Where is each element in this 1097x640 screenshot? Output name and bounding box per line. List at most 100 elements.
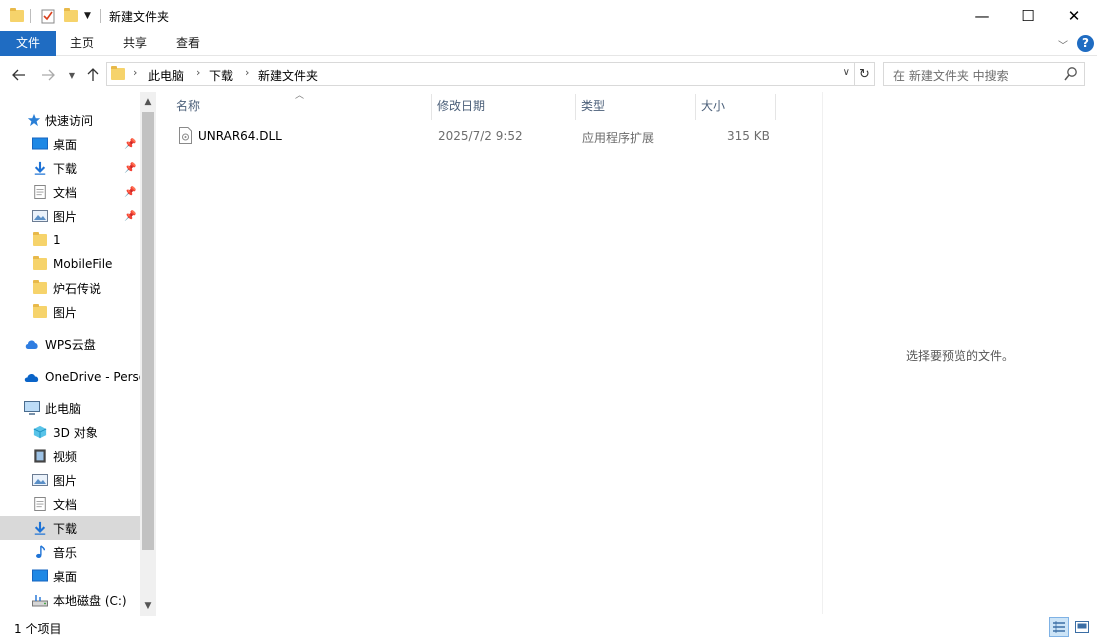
nav-pc-local-disk-c[interactable]: 本地磁盘 (C:) xyxy=(0,588,140,612)
picture-icon xyxy=(32,474,48,486)
nav-folder-1[interactable]: 1 xyxy=(0,228,140,252)
scroll-up-chevron-icon[interactable]: ▲ xyxy=(140,94,156,110)
breadcrumb-this-pc[interactable]: 此电脑 xyxy=(148,67,184,84)
nav-label: 炉石传说 xyxy=(53,281,102,296)
cube-icon xyxy=(33,425,47,439)
download-icon xyxy=(34,161,46,175)
pin-icon: 📌 xyxy=(124,210,137,222)
nav-folder-pictures[interactable]: 图片 xyxy=(0,300,140,324)
maximize-button[interactable]: ☐ xyxy=(1005,0,1051,31)
picture-icon xyxy=(32,210,48,222)
dll-file-icon xyxy=(179,127,192,144)
nav-label: 下载 xyxy=(53,521,78,536)
refresh-button[interactable]: ↻ xyxy=(855,62,875,86)
nav-pc-pictures[interactable]: 图片 xyxy=(0,468,140,492)
breadcrumb-chevron-icon[interactable]: › xyxy=(196,66,200,79)
nav-pc-videos[interactable]: 视频 xyxy=(0,444,140,468)
nav-quick-pictures[interactable]: 图片 📌 xyxy=(0,204,140,228)
nav-label: 视频 xyxy=(53,449,78,464)
nav-label: 桌面 xyxy=(53,137,78,152)
address-dropdown-chevron-icon[interactable]: ∨ xyxy=(843,67,850,78)
nav-quick-access[interactable]: 快速访问 xyxy=(0,108,140,132)
nav-folder-mobilefile[interactable]: MobileFile xyxy=(0,252,140,276)
file-modified: 2025/7/2 9:52 xyxy=(438,129,523,143)
nav-pc-downloads[interactable]: 下载 xyxy=(0,516,140,540)
column-header-modified[interactable]: 修改日期 xyxy=(431,95,575,117)
nav-pc-3d-objects[interactable]: 3D 对象 xyxy=(0,420,140,444)
computer-icon xyxy=(24,401,40,415)
status-bar: 1 个项目 xyxy=(0,616,1097,640)
nav-folder-hearthstone[interactable]: 炉石传说 xyxy=(0,276,140,300)
pin-icon: 📌 xyxy=(124,186,137,198)
folder-icon xyxy=(33,232,49,248)
preview-pane-divider[interactable] xyxy=(822,92,823,614)
breadcrumb-new-folder[interactable]: 新建文件夹 xyxy=(258,67,318,84)
close-button[interactable]: ✕ xyxy=(1051,0,1097,31)
nav-this-pc[interactable]: 此电脑 xyxy=(0,396,140,420)
breadcrumb-chevron-icon[interactable]: › xyxy=(133,66,137,79)
breadcrumb-downloads[interactable]: 下载 xyxy=(209,67,233,84)
help-icon[interactable]: ? xyxy=(1077,35,1094,52)
nav-label: 桌面 xyxy=(53,569,78,584)
desktop-icon xyxy=(32,569,48,582)
folder-icon xyxy=(33,280,49,296)
scroll-down-chevron-icon[interactable]: ▼ xyxy=(140,598,156,614)
address-bar[interactable]: › 此电脑 › 下载 › 新建文件夹 ∨ xyxy=(106,62,855,86)
recent-locations-chevron-icon[interactable]: ▼ xyxy=(62,65,82,85)
video-icon xyxy=(34,449,46,463)
tab-file[interactable]: 文件 xyxy=(0,31,56,56)
column-header-name[interactable]: 名称 xyxy=(170,95,431,117)
pin-icon: 📌 xyxy=(124,162,137,174)
nav-label: 文档 xyxy=(53,185,78,200)
onedrive-cloud-icon xyxy=(24,373,39,382)
file-type: 应用程序扩展 xyxy=(582,131,655,145)
large-icons-view-button[interactable] xyxy=(1072,617,1092,637)
tab-share[interactable]: 共享 xyxy=(115,31,155,56)
expand-ribbon-chevron-icon[interactable]: ﹀ xyxy=(1058,37,1068,52)
new-folder-icon[interactable] xyxy=(64,6,78,26)
nav-label: 音乐 xyxy=(53,545,78,560)
customize-toolbar-chevron-icon[interactable]: ▼ xyxy=(84,6,91,26)
search-box[interactable]: 在 新建文件夹 中搜索 xyxy=(883,62,1085,86)
drive-icon xyxy=(32,595,48,607)
folder-icon xyxy=(33,256,49,272)
forward-arrow-icon[interactable] xyxy=(38,65,58,85)
download-icon xyxy=(34,521,46,535)
nav-label: 3D 对象 xyxy=(53,425,98,440)
properties-icon[interactable] xyxy=(40,6,56,26)
nav-pc-documents[interactable]: 文档 xyxy=(0,492,140,516)
nav-label: MobileFile xyxy=(53,257,113,271)
window-title: 新建文件夹 xyxy=(109,10,170,24)
nav-label: 图片 xyxy=(53,305,78,320)
navigation-pane: 快速访问 桌面 📌 下载 📌 文档 📌 图片 📌 1 MobileFile 炉石… xyxy=(0,92,156,616)
nav-wps-cloud[interactable]: WPS云盘 xyxy=(0,332,140,356)
up-arrow-icon[interactable] xyxy=(83,65,103,85)
back-arrow-icon[interactable] xyxy=(9,65,29,85)
nav-pc-music[interactable]: 音乐 xyxy=(0,540,140,564)
column-divider[interactable] xyxy=(775,94,776,120)
file-size: 315 KB xyxy=(727,129,770,143)
search-icon[interactable] xyxy=(1064,66,1078,82)
column-header-size[interactable]: 大小 xyxy=(695,95,775,117)
desktop-icon xyxy=(32,137,48,150)
tab-view[interactable]: 查看 xyxy=(168,31,208,56)
nav-label: OneDrive - Perso xyxy=(45,370,140,384)
nav-label: 文档 xyxy=(53,497,78,512)
nav-label: 此电脑 xyxy=(45,401,82,416)
nav-quick-desktop[interactable]: 桌面 📌 xyxy=(0,132,140,156)
nav-quick-downloads[interactable]: 下载 📌 xyxy=(0,156,140,180)
search-placeholder: 在 新建文件夹 中搜索 xyxy=(893,69,1009,83)
column-header-type[interactable]: 类型 xyxy=(575,95,695,117)
title-bar: ▼ 新建文件夹 — ☐ ✕ xyxy=(0,0,1097,31)
minimize-button[interactable]: — xyxy=(959,0,1005,31)
nav-onedrive[interactable]: OneDrive - Perso xyxy=(0,365,140,389)
nav-label: WPS云盘 xyxy=(45,337,96,352)
details-view-button[interactable] xyxy=(1049,617,1069,637)
nav-scrollbar-thumb[interactable] xyxy=(142,112,154,550)
breadcrumb-chevron-icon[interactable]: › xyxy=(245,66,249,79)
table-row[interactable]: UNRAR64.DLL 2025/7/2 9:52 应用程序扩展 315 KB xyxy=(170,124,776,148)
nav-pc-desktop[interactable]: 桌面 xyxy=(0,564,140,588)
tab-home[interactable]: 主页 xyxy=(62,31,102,56)
nav-quick-documents[interactable]: 文档 📌 xyxy=(0,180,140,204)
nav-quick-access-label: 快速访问 xyxy=(45,113,94,128)
